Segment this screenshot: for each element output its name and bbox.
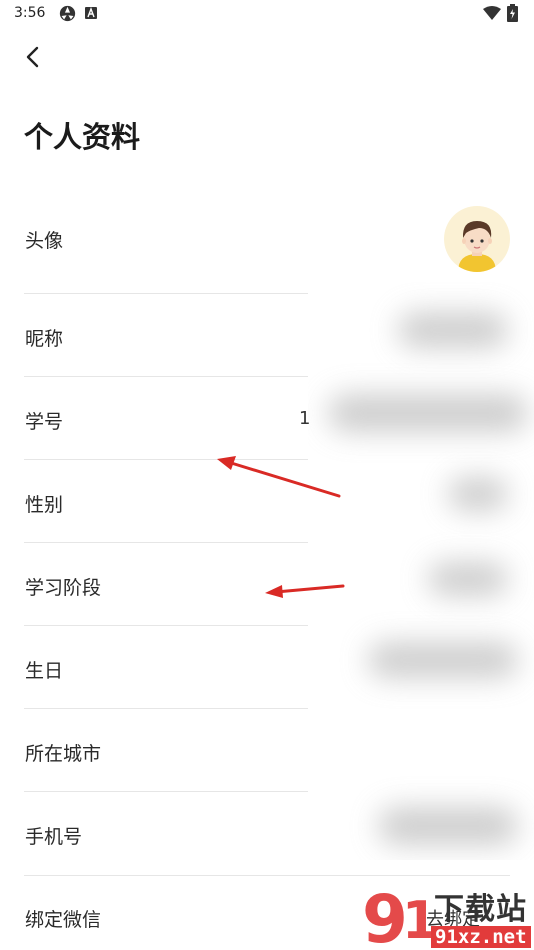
phone-label[interactable]: 手机号 bbox=[25, 822, 82, 849]
page-title: 个人资料 bbox=[24, 120, 141, 154]
divider bbox=[24, 791, 309, 792]
divider bbox=[24, 875, 510, 876]
divider bbox=[24, 459, 309, 460]
divider bbox=[24, 542, 309, 543]
gender-label[interactable]: 性别 bbox=[25, 490, 63, 517]
battery-charging-icon bbox=[507, 4, 518, 22]
wifi-icon bbox=[483, 6, 501, 20]
user-avatar-icon bbox=[458, 221, 496, 272]
back-button[interactable] bbox=[22, 45, 46, 69]
avatar[interactable] bbox=[444, 206, 510, 272]
divider bbox=[24, 376, 309, 377]
birthday-label[interactable]: 生日 bbox=[25, 656, 63, 683]
divider bbox=[24, 293, 309, 294]
redacted-values-panel bbox=[308, 282, 534, 860]
wechat-bind-label[interactable]: 绑定微信 bbox=[25, 905, 101, 932]
aperture-notification-icon bbox=[59, 5, 76, 22]
watermark-text: 下载站 bbox=[434, 892, 527, 927]
study-stage-label[interactable]: 学习阶段 bbox=[25, 573, 101, 600]
status-bar: 3:56 bbox=[0, 0, 534, 28]
student-id-label[interactable]: 学号 bbox=[25, 407, 63, 434]
avatar-label[interactable]: 头像 bbox=[25, 226, 63, 253]
divider bbox=[24, 708, 309, 709]
divider bbox=[24, 625, 309, 626]
nickname-label[interactable]: 昵称 bbox=[25, 324, 63, 351]
app-notification-icon bbox=[85, 7, 97, 19]
city-label[interactable]: 所在城市 bbox=[25, 739, 101, 766]
student-id-value: 1 bbox=[299, 408, 311, 429]
watermark-domain: 91xz.net bbox=[431, 926, 531, 948]
status-time: 3:56 bbox=[14, 5, 46, 21]
